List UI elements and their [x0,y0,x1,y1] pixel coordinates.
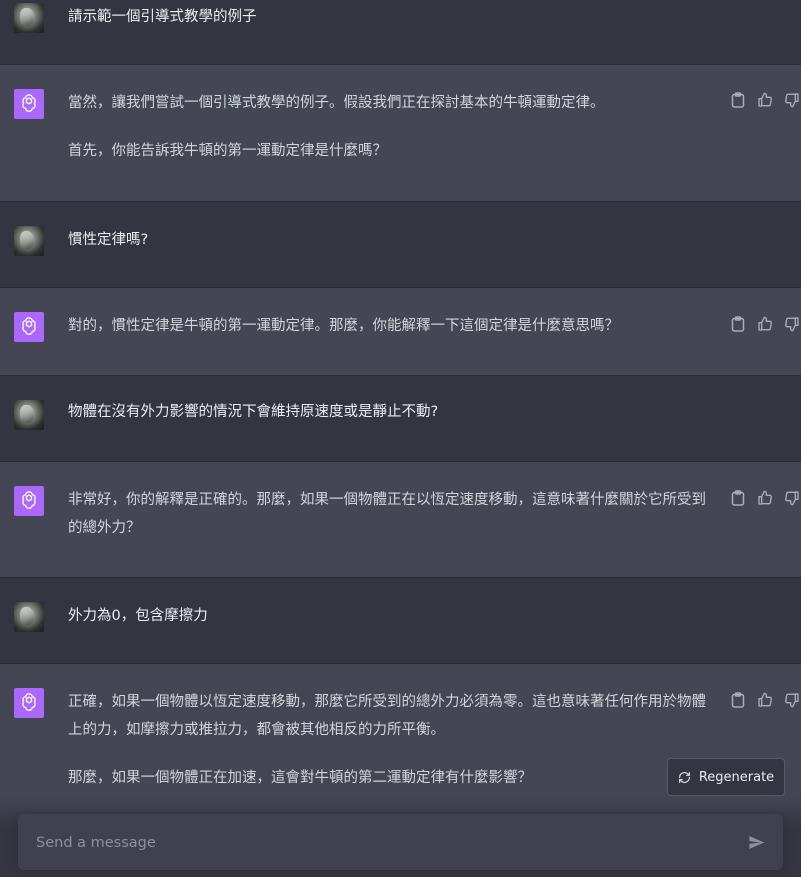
message-text: 非常好，你的解釋是正確的。那麼，如果一個物體正在以恆定速度移動，這意味著什麼關於… [68,486,709,542]
assistant-message: 當然，讓我們嘗試一個引導式教學的例子。假設我們正在探討基本的牛頓運動定律。 首先… [0,65,801,202]
message-text: 請示範一個引導式教學的例子 [68,3,709,31]
thumbs-down-icon[interactable] [784,691,801,709]
user-message: 物體在沒有外力影響的情況下會維持原速度或是靜止不動? [0,376,801,462]
thumbs-down-icon[interactable] [784,315,801,333]
clipboard-icon[interactable] [729,315,746,333]
regenerate-label: Regenerate [698,769,775,785]
composer [0,796,801,877]
thumbs-down-icon[interactable] [784,91,801,109]
assistant-avatar [14,312,44,342]
message-actions [729,691,801,709]
message-paragraph: 慣性定律嗎? [68,232,149,248]
user-avatar [14,3,44,33]
chat-thread: 請示範一個引導式教學的例子 當然，讓我們嘗試一個引導式教學的例子。假設我們正在探… [0,0,801,877]
user-message: 請示範一個引導式教學的例子 [0,0,801,65]
message-paragraph: 首先，你能告訴我牛頓的第一運動定律是什麼嗎？ [68,143,387,159]
message-paragraph: 物體在沒有外力影響的情況下會維持原速度或是靜止不動? [68,404,439,420]
user-avatar [14,400,44,430]
thumbs-up-icon[interactable] [756,691,773,709]
message-text: 物體在沒有外力影響的情況下會維持原速度或是靜止不動? [68,398,709,426]
assistant-avatar [14,486,44,516]
message-text: 當然，讓我們嘗試一個引導式教學的例子。假設我們正在探討基本的牛頓運動定律。 首先… [68,89,709,165]
assistant-avatar [14,89,44,119]
message-paragraph: 那麼，如果一個物體正在加速，這會對牛頓的第二運動定律有什麼影響？ [68,770,532,786]
message-actions [729,315,801,333]
thumbs-up-icon[interactable] [756,315,773,333]
assistant-message: 非常好，你的解釋是正確的。那麼，如果一個物體正在以恆定速度移動，這意味著什麼關於… [0,462,801,578]
message-input[interactable] [34,831,718,855]
send-icon[interactable] [746,832,766,852]
thumbs-up-icon[interactable] [756,91,773,109]
message-text: 外力為0，包含摩擦力 [68,602,709,630]
thumbs-down-icon[interactable] [784,489,801,507]
user-avatar [14,226,44,256]
user-avatar [14,602,44,632]
openai-logo-icon [19,691,39,715]
regenerate-button[interactable]: Regenerate [667,758,785,796]
message-actions [729,91,801,109]
message-paragraph: 請示範一個引導式教學的例子 [68,9,257,25]
openai-logo-icon [19,92,39,116]
message-paragraph: 非常好，你的解釋是正確的。那麼，如果一個物體正在以恆定速度移動，這意味著什麼關於… [68,492,706,536]
user-message: 外力為0，包含摩擦力 [0,578,801,664]
clipboard-icon[interactable] [729,91,746,109]
message-actions [729,489,801,507]
clipboard-icon[interactable] [729,489,746,507]
message-paragraph: 外力為0，包含摩擦力 [68,608,208,624]
assistant-avatar [14,688,44,718]
message-text: 正確，如果一個物體以恆定速度移動，那麼它所受到的總外力必須為零。這也意味著任何作… [68,688,709,792]
message-text: 對的，慣性定律是牛頓的第一運動定律。那麼，你能解釋一下這個定律是什麼意思嗎？ [68,312,709,340]
message-text: 慣性定律嗎? [68,226,709,254]
clipboard-icon[interactable] [729,691,746,709]
message-paragraph: 當然，讓我們嘗試一個引導式教學的例子。假設我們正在探討基本的牛頓運動定律。 [68,95,605,111]
assistant-message: 對的，慣性定律是牛頓的第一運動定律。那麼，你能解釋一下這個定律是什麼意思嗎？ [0,288,801,376]
user-message: 慣性定律嗎? [0,202,801,288]
message-input-box[interactable] [18,814,783,870]
openai-logo-icon [19,315,39,339]
message-paragraph: 對的，慣性定律是牛頓的第一運動定律。那麼，你能解釋一下這個定律是什麼意思嗎？ [68,318,619,334]
refresh-icon [678,771,691,784]
openai-logo-icon [19,489,39,513]
message-paragraph: 正確，如果一個物體以恆定速度移動，那麼它所受到的總外力必須為零。這也意味著任何作… [68,694,706,738]
thumbs-up-icon[interactable] [756,489,773,507]
